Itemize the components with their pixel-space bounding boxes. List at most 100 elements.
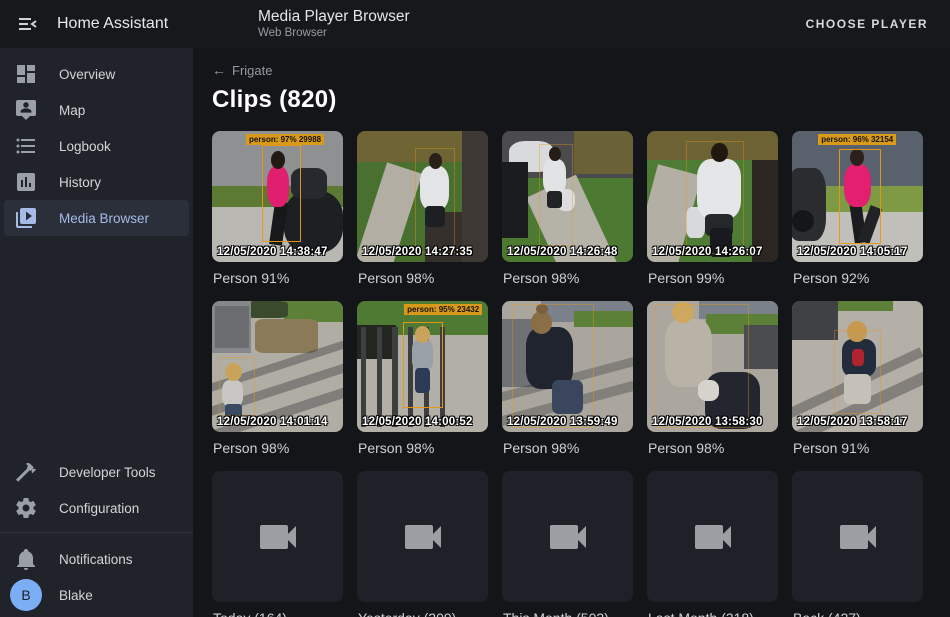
sidebar-bottom: Developer Tools Configuration Notificatio… — [0, 446, 193, 617]
detection-bbox — [834, 330, 881, 414]
scene-shape — [792, 210, 814, 232]
sidebar-toggle-icon[interactable] — [16, 12, 40, 36]
play-box-multiple-icon — [14, 206, 38, 230]
sidebar-item-history[interactable]: History — [4, 164, 189, 200]
user-name: Blake — [59, 588, 93, 603]
sidebar-item-developer-tools[interactable]: Developer Tools — [4, 454, 189, 490]
folder-cell: Back (427) — [792, 471, 923, 617]
clip-cell: person: 96% 3215412/05/2020 14:05:17 Pers… — [792, 131, 923, 301]
folder-cell: Yesterday (209) — [357, 471, 488, 617]
choose-player-button[interactable]: CHOOSE PLAYER — [798, 9, 936, 39]
clip-timestamp: 12/05/2020 14:00:52 — [362, 416, 473, 428]
sidebar-divider — [0, 532, 193, 533]
sidebar-item-label: Developer Tools — [59, 465, 156, 480]
folder-tile[interactable] — [357, 471, 488, 602]
page-header-title: Media Player Browser — [258, 8, 410, 26]
detection-bbox — [403, 322, 444, 408]
clip-cell: person: 97% 2998812/05/2020 14:38:47 Pers… — [212, 131, 343, 301]
breadcrumb-back[interactable]: ← Frigate — [212, 62, 950, 78]
folder-caption: Today (164) — [213, 610, 343, 617]
sidebar-item-map[interactable]: Map — [4, 92, 189, 128]
gear-icon — [14, 496, 38, 520]
scene-shape — [361, 327, 366, 427]
chart-box-icon — [14, 170, 38, 194]
detection-bbox — [512, 304, 593, 428]
detection-bbox — [219, 357, 256, 416]
clip-caption: Person 92% — [793, 270, 923, 286]
sidebar-item-media-browser[interactable]: Media Browser — [4, 200, 189, 236]
detection-bbox — [655, 304, 749, 428]
video-icon — [399, 513, 447, 561]
bell-icon — [14, 547, 38, 571]
scene-shape — [255, 319, 318, 353]
clip-caption: Person 98% — [213, 440, 343, 456]
folder-tile[interactable] — [792, 471, 923, 602]
clip-thumbnail[interactable]: 12/05/2020 14:26:07 — [647, 131, 778, 262]
clip-thumbnail[interactable]: person: 95% 23432 12/05/2020 14:00:52 — [357, 301, 488, 432]
clip-thumbnail[interactable]: 12/05/2020 13:58:30 — [647, 301, 778, 432]
clip-thumbnail[interactable]: person: 96% 3215412/05/2020 14:05:17 — [792, 131, 923, 262]
folder-cell: Today (164) — [212, 471, 343, 617]
scene-shape — [246, 301, 288, 318]
clip-timestamp: 12/05/2020 13:58:17 — [797, 416, 908, 428]
clip-timestamp: 12/05/2020 13:58:30 — [652, 416, 763, 428]
clip-thumbnail[interactable]: 12/05/2020 14:26:48 — [502, 131, 633, 262]
clip-cell: 12/05/2020 14:01:14 Person 98% — [212, 301, 343, 471]
clip-cell: 12/05/2020 13:59:49 Person 98% — [502, 301, 633, 471]
media-grid: person: 97% 2998812/05/2020 14:38:47 Pers… — [212, 131, 950, 617]
clip-timestamp: 12/05/2020 14:27:35 — [362, 246, 473, 258]
clip-caption: Person 99% — [648, 270, 778, 286]
clip-caption: Person 98% — [503, 440, 633, 456]
clip-thumbnail[interactable]: 12/05/2020 14:27:35 — [357, 131, 488, 262]
sidebar-item-configuration[interactable]: Configuration — [4, 490, 189, 526]
clip-thumbnail[interactable]: person: 97% 2998812/05/2020 14:38:47 — [212, 131, 343, 262]
main-content: ← Frigate Clips (820) person: 97% 299881… — [193, 48, 950, 617]
folder-cell: Last Month (318) — [647, 471, 778, 617]
video-icon — [834, 513, 882, 561]
clip-cell: person: 95% 23432 12/05/2020 14:00:52 Pers… — [357, 301, 488, 471]
scene-shape — [792, 301, 838, 340]
clip-caption: Person 91% — [213, 270, 343, 286]
clip-caption: Person 98% — [358, 440, 488, 456]
sidebar-item-label: Logbook — [59, 139, 111, 154]
scene-shape — [838, 301, 893, 311]
list-bulleted-icon — [14, 134, 38, 158]
app-header: Home Assistant Media Player Browser Web … — [0, 0, 950, 48]
clip-thumbnail[interactable]: 12/05/2020 13:59:49 — [502, 301, 633, 432]
sidebar-item-label: Configuration — [59, 501, 139, 516]
sidebar-item-logbook[interactable]: Logbook — [4, 128, 189, 164]
scene-shape — [574, 131, 633, 174]
sidebar-item-user[interactable]: B Blake — [4, 577, 189, 613]
back-arrow-icon: ← — [212, 62, 226, 78]
folder-tile[interactable] — [212, 471, 343, 602]
clip-caption: Person 98% — [358, 270, 488, 286]
sidebar-spacer — [0, 236, 193, 446]
clip-timestamp: 12/05/2020 14:01:14 — [217, 416, 328, 428]
clip-thumbnail[interactable]: 12/05/2020 14:01:14 — [212, 301, 343, 432]
folder-caption: Yesterday (209) — [358, 610, 488, 617]
clip-timestamp: 12/05/2020 14:38:47 — [217, 246, 328, 258]
user-avatar: B — [10, 579, 42, 611]
clip-cell: 12/05/2020 14:26:48 Person 98% — [502, 131, 633, 301]
clip-caption: Person 98% — [648, 440, 778, 456]
sidebar-item-overview[interactable]: Overview — [4, 56, 189, 92]
page-title: Clips (820) — [212, 86, 950, 114]
video-icon — [689, 513, 737, 561]
clip-thumbnail[interactable]: 12/05/2020 13:58:17 — [792, 301, 923, 432]
clip-caption: Person 98% — [503, 270, 633, 286]
sidebar-item-label: Overview — [59, 67, 115, 82]
clip-cell: 12/05/2020 13:58:17 Person 91% — [792, 301, 923, 471]
folder-tile[interactable] — [502, 471, 633, 602]
folder-cell: This Month (502) — [502, 471, 633, 617]
clip-caption: Person 91% — [793, 440, 923, 456]
header-main: Media Player Browser Web Browser CHOOSE … — [193, 8, 950, 40]
sidebar-item-label: History — [59, 175, 101, 190]
sidebar: Overview Map Logbook History Media Browser D… — [0, 48, 193, 617]
folder-tile[interactable] — [647, 471, 778, 602]
detection-bbox — [415, 148, 456, 253]
detection-bbox — [262, 145, 301, 242]
detection-label: person: 95% 23432 — [404, 304, 482, 315]
appbar-left: Home Assistant — [0, 12, 193, 36]
page-header-subtitle: Web Browser — [258, 26, 410, 40]
sidebar-item-notifications[interactable]: Notifications — [4, 541, 189, 577]
